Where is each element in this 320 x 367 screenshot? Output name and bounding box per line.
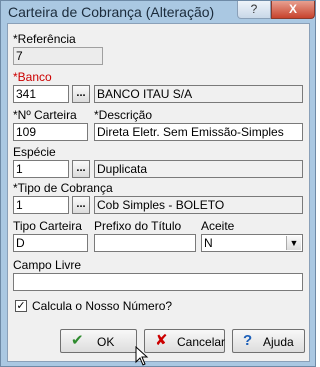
ellipsis-icon: ...: [76, 87, 86, 99]
title-bar[interactable]: Carteira de Cobrança (Alteração) ? X: [1, 1, 315, 23]
referencia-field: 7: [13, 47, 103, 65]
close-button[interactable]: X: [271, 1, 315, 19]
dialog-client-area: *Referência 7 *Banco 341 ... BANCO ITAU …: [7, 23, 310, 362]
referencia-label: *Referência: [13, 32, 76, 46]
cancelar-button[interactable]: ✘ Cancelar: [144, 329, 225, 353]
campo-livre-label: Campo Livre: [13, 258, 82, 272]
tipo-carteira-label: Tipo Carteira: [13, 219, 82, 233]
tipo-cobranca-label: *Tipo de Cobrança: [13, 181, 113, 195]
banco-code-field[interactable]: 341: [13, 85, 69, 103]
ajuda-button-label: Ajuda: [263, 335, 294, 349]
campo-livre-field[interactable]: [13, 273, 303, 291]
carteira-field[interactable]: 109: [13, 123, 88, 141]
carteira-label: *Nº Carteira: [13, 108, 77, 122]
calcula-nosso-numero-label: Calcula o Nosso Número?: [32, 299, 173, 313]
x-icon: ✘: [155, 332, 168, 349]
ajuda-button[interactable]: ? Ajuda: [232, 329, 305, 353]
window-title: Carteira de Cobrança (Alteração): [8, 4, 215, 20]
aceite-label: Aceite: [201, 219, 235, 233]
banco-name-field: BANCO ITAU S/A: [94, 85, 303, 103]
tipo-cobranca-lookup-button[interactable]: ...: [72, 196, 90, 214]
close-icon: X: [288, 2, 297, 16]
mouse-cursor-icon: [135, 346, 149, 366]
tipo-carteira-field[interactable]: D: [13, 234, 88, 252]
dialog-window: Carteira de Cobrança (Alteração) ? X *Re…: [0, 0, 316, 367]
prefixo-titulo-label: Prefixo do Título: [94, 219, 182, 233]
descricao-label: *Descrição: [94, 108, 153, 122]
ellipsis-icon: ...: [76, 162, 86, 174]
descricao-field[interactable]: Direta Eletr. Sem Emissão-Simples: [94, 123, 303, 141]
checkmark-icon: ✔: [71, 332, 84, 349]
ellipsis-icon: ...: [76, 198, 86, 210]
prefixo-titulo-field[interactable]: [94, 234, 196, 252]
calcula-nosso-numero-checkbox[interactable]: ✓: [15, 300, 27, 312]
checkmark-icon: ✓: [16, 300, 26, 312]
help-icon: ?: [250, 2, 258, 16]
aceite-value: N: [204, 236, 213, 250]
question-icon: ?: [243, 332, 253, 349]
banco-lookup-button[interactable]: ...: [72, 85, 90, 103]
cancelar-button-label: Cancelar: [177, 335, 226, 349]
banco-label: *Banco: [13, 70, 52, 84]
help-title-button[interactable]: ?: [237, 1, 271, 19]
especie-name-field: Duplicata: [94, 160, 303, 178]
especie-code-field[interactable]: 1: [13, 160, 69, 178]
tipo-cobranca-name-field: Cob Simples - BOLETO: [94, 196, 303, 214]
especie-label: Espécie: [13, 145, 56, 159]
ok-button-label: OK: [97, 335, 115, 349]
chevron-down-icon[interactable]: ▼: [286, 236, 301, 250]
ok-button[interactable]: ✔ OK: [60, 329, 137, 353]
especie-lookup-button[interactable]: ...: [72, 160, 90, 178]
tipo-cobranca-code-field[interactable]: 1: [13, 196, 69, 214]
aceite-select[interactable]: N ▼: [201, 234, 303, 252]
